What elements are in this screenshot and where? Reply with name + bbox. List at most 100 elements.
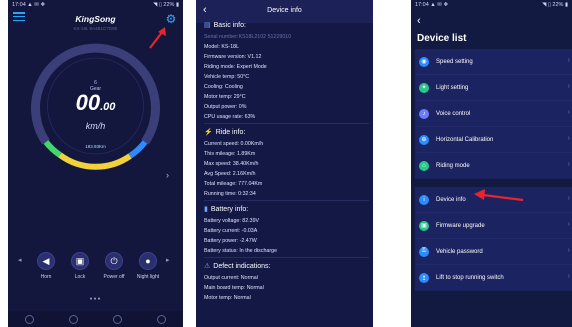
horn-icon: ◀	[37, 252, 55, 270]
page-indicator: ●●●	[89, 296, 102, 302]
chevron-right-icon: ›	[567, 247, 570, 254]
chevron-right-icon: ›	[567, 195, 570, 202]
list-item[interactable]: ⌂ Riding mode ›	[415, 153, 572, 179]
light-icon: ✦	[419, 82, 429, 93]
settings-gear-icon[interactable]: ⚙	[165, 13, 177, 25]
section-icon: ▮	[204, 206, 208, 213]
control-bar: ◂ ◀ Horn ▣ Lock ⏻ Power off ● Night ligh…	[8, 252, 183, 292]
list-item-label: Light setting	[436, 84, 469, 91]
section-title: Battery info:	[210, 205, 249, 213]
lock-icon: ▣	[71, 252, 89, 270]
lift-icon: ↥	[419, 273, 429, 283]
app-title: KingSong	[75, 14, 116, 24]
light-icon: ●	[139, 252, 157, 270]
chevron-right-icon: ›	[567, 83, 570, 90]
info-row: Output current: Normal	[204, 275, 258, 281]
device-list-screen: 17:04 ▲ ✉ ❖ ◥ ▯ 22% ▮ ‹ Device list ◉ Spe…	[411, 0, 572, 327]
list-item-label: Speed setting	[436, 58, 473, 65]
info-row: Main board temp: Normal	[204, 285, 264, 291]
list-item[interactable]: ♪ Voice control ›	[415, 101, 572, 127]
info-row: Battery power: -2.47W	[204, 238, 257, 244]
list-item-label: Vehicle password	[436, 248, 483, 255]
bottom-nav	[8, 311, 183, 327]
horn-button[interactable]: ◀ Horn	[30, 252, 62, 280]
section-divider	[204, 257, 369, 258]
list-item[interactable]: ✦ Light setting ›	[415, 75, 572, 101]
list-item[interactable]: ⊕ Horizontal Calibration ›	[415, 127, 572, 153]
section-title: Basic info:	[213, 21, 246, 29]
info-row: Riding mode: Expert Mode	[204, 64, 267, 70]
info-row: Battery status: In the discharge	[204, 248, 278, 254]
info-row: Cooling: Cooling	[204, 84, 243, 90]
list-item-label: Horizontal Calibration	[436, 136, 494, 143]
chevron-right-small-icon[interactable]: ▸	[166, 256, 170, 264]
device-info-content: ▤ Basic info: Serial number:KS18L2102 5122…	[204, 17, 369, 303]
annotation-arrow	[474, 189, 524, 202]
page-title: Device info	[267, 7, 302, 14]
info-row: Firmware version: V1.12	[204, 54, 262, 60]
chevron-right-icon: ›	[567, 57, 570, 64]
power-icon: ⏻	[105, 252, 123, 270]
list-item-label: Lift to stop running switch	[436, 275, 504, 281]
info-row: Running time: 0:32:34	[204, 191, 256, 197]
info-row: CPU usage rate: 63%	[204, 114, 256, 120]
status-bar: 17:04 ▲ ✉ ❖ ◥ ▯ 22% ▮	[411, 0, 572, 10]
nav-profile-icon[interactable]	[156, 314, 166, 324]
speed-integer: 00	[75, 90, 101, 115]
mileage-readout: 183.93Km	[85, 144, 106, 149]
riding-icon: ⌂	[419, 161, 429, 171]
power-off-label: Power off	[103, 274, 125, 280]
section-divider	[204, 123, 369, 124]
info-row: Current speed: 0.00Km/h	[204, 141, 264, 147]
section-icon: ▤	[204, 22, 211, 29]
list-item[interactable]: ↥ Lift to stop running switch ›	[415, 265, 572, 291]
status-time: 17:04 ▲ ✉ ❖	[415, 2, 449, 8]
section-heading: ▮ Battery info:	[204, 205, 369, 214]
voice-icon: ♪	[419, 108, 429, 119]
chevron-right-icon: ›	[567, 161, 570, 168]
info-row: Max speed: 38.40Km/h	[204, 161, 259, 167]
speed-icon: ◉	[419, 56, 429, 67]
chevron-right-icon[interactable]: ›	[166, 170, 169, 180]
info-row: Motor temp: 29°C	[204, 94, 246, 100]
section-title: Defect indications:	[213, 262, 271, 270]
night-light-label: Night light	[136, 274, 160, 280]
list-item[interactable]: ◉ Speed setting ›	[415, 49, 572, 75]
info-row: Motor temp: Normal	[204, 295, 251, 301]
calibration-icon: ⊕	[419, 134, 429, 145]
list-group: ◉ Speed setting › ✦ Light setting › ♪ Voice con…	[415, 49, 572, 179]
info-row: Output power: 0%	[204, 104, 247, 110]
device-list: ◉ Speed setting › ✦ Light setting › ♪ Voice con…	[415, 49, 572, 299]
password-icon: ⚿	[419, 246, 429, 257]
list-item[interactable]: ▣ Firmware upgrade ›	[415, 213, 572, 239]
list-item-label: Device info	[436, 196, 466, 203]
info-row: Model: KS-18L	[204, 44, 240, 50]
lock-label: Lock	[74, 274, 86, 280]
page-title: Device list	[417, 33, 467, 44]
nav-device-icon[interactable]	[112, 314, 122, 324]
section-heading: ⚠ Defect indications:	[204, 262, 369, 271]
nav-home-icon[interactable]	[25, 314, 35, 324]
info-row: Battery voltage: 82.39V	[204, 218, 260, 224]
nav-map-icon[interactable]	[69, 314, 79, 324]
section-heading: ▤ Basic info:	[204, 21, 369, 30]
speed-unit: km/h	[85, 121, 106, 131]
info-row: Serial number:KS18L2102 51229010	[204, 34, 292, 40]
chevron-right-icon: ›	[567, 273, 570, 280]
list-item[interactable]: ⚿ Vehicle password ›	[415, 239, 572, 265]
back-arrow-icon[interactable]: ‹	[417, 15, 421, 27]
chevron-right-icon: ›	[567, 221, 570, 228]
power-off-button[interactable]: ⏻ Power off	[98, 252, 130, 280]
speed-decimal: .00	[100, 101, 116, 113]
chevron-left-icon[interactable]: ◂	[18, 256, 22, 264]
info-row: This mileage: 1.89Km	[204, 151, 256, 157]
dashboard-screen: 17:04 ▲ ✉ ❖ ◥ ▯ 22% ▮ KingSong KS-18L 8A…	[8, 0, 183, 327]
list-item-label: Riding mode	[436, 163, 470, 169]
speed-readout: 00.00	[8, 90, 183, 116]
night-light-button[interactable]: ● Night light	[132, 252, 164, 280]
lock-button[interactable]: ▣ Lock	[64, 252, 96, 280]
list-item-label: Firmware upgrade	[436, 222, 485, 229]
status-bar: 17:04 ▲ ✉ ❖ ◥ ▯ 22% ▮	[8, 0, 183, 10]
info-row: Total mileage: 777.04Km	[204, 181, 263, 187]
status-right: ◥ ▯ 22% ▮	[542, 2, 568, 8]
